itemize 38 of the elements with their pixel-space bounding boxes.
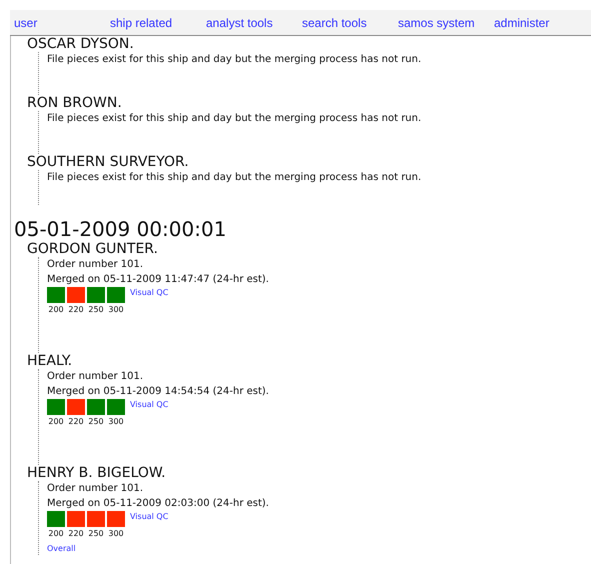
ship-name: HENRY B. BIGELOW.	[27, 465, 167, 481]
status-text: File pieces exist for this ship and day but the merging process has not run.	[47, 53, 422, 67]
nav-link[interactable]: ship related	[110, 16, 206, 30]
status-text: Merged on 05-11-2009 02:03:00 (24-hr est).	[47, 497, 270, 511]
qc-label: 250	[88, 528, 104, 540]
qc-label: 220	[68, 304, 84, 316]
qc-label: 300	[108, 416, 124, 428]
qc-label: 250	[88, 304, 104, 316]
ship-name: RON BROWN.	[27, 95, 123, 111]
visual-qc-link[interactable]: Visual QC	[130, 287, 168, 299]
date-heading: 05-01-2009 00:00:01	[14, 217, 228, 241]
qc-label: 220	[68, 528, 84, 540]
nav-link[interactable]: administer	[494, 16, 550, 30]
qc-label: 250	[88, 416, 104, 428]
status-text: Merged on 05-11-2009 11:47:47 (24-hr est).	[47, 273, 270, 287]
status-text: File pieces exist for this ship and day but the merging process has not run.	[47, 171, 422, 185]
overall-link[interactable]: Overall	[47, 543, 76, 555]
visual-qc-link[interactable]: Visual QC	[130, 511, 168, 523]
qc-label: 300	[108, 304, 124, 316]
qc-label: 200	[48, 528, 64, 540]
nav-link[interactable]: search tools	[302, 16, 398, 30]
nav-link[interactable]: samos system	[398, 16, 494, 30]
status-text: Order number 101.	[47, 482, 144, 496]
ship-name: OSCAR DYSON.	[27, 36, 135, 52]
qc-label: 300	[108, 528, 124, 540]
nav-link[interactable]: analyst tools	[206, 16, 302, 30]
qc-label: 220	[68, 416, 84, 428]
nav-link[interactable]: user	[14, 16, 110, 30]
status-text: Order number 101.	[47, 370, 144, 384]
qc-label: 200	[48, 416, 64, 428]
ship-name: HEALY.	[27, 353, 74, 369]
visual-qc-link[interactable]: Visual QC	[130, 399, 168, 411]
status-text: Merged on 05-11-2009 14:54:54 (24-hr est).	[47, 385, 270, 399]
ship-name: GORDON GUNTER.	[27, 241, 159, 257]
qc-label: 200	[48, 304, 64, 316]
status-text: Order number 101.	[47, 258, 144, 272]
status-text: File pieces exist for this ship and day but the merging process has not run.	[47, 112, 422, 126]
ship-name: SOUTHERN SURVEYOR.	[27, 154, 190, 170]
